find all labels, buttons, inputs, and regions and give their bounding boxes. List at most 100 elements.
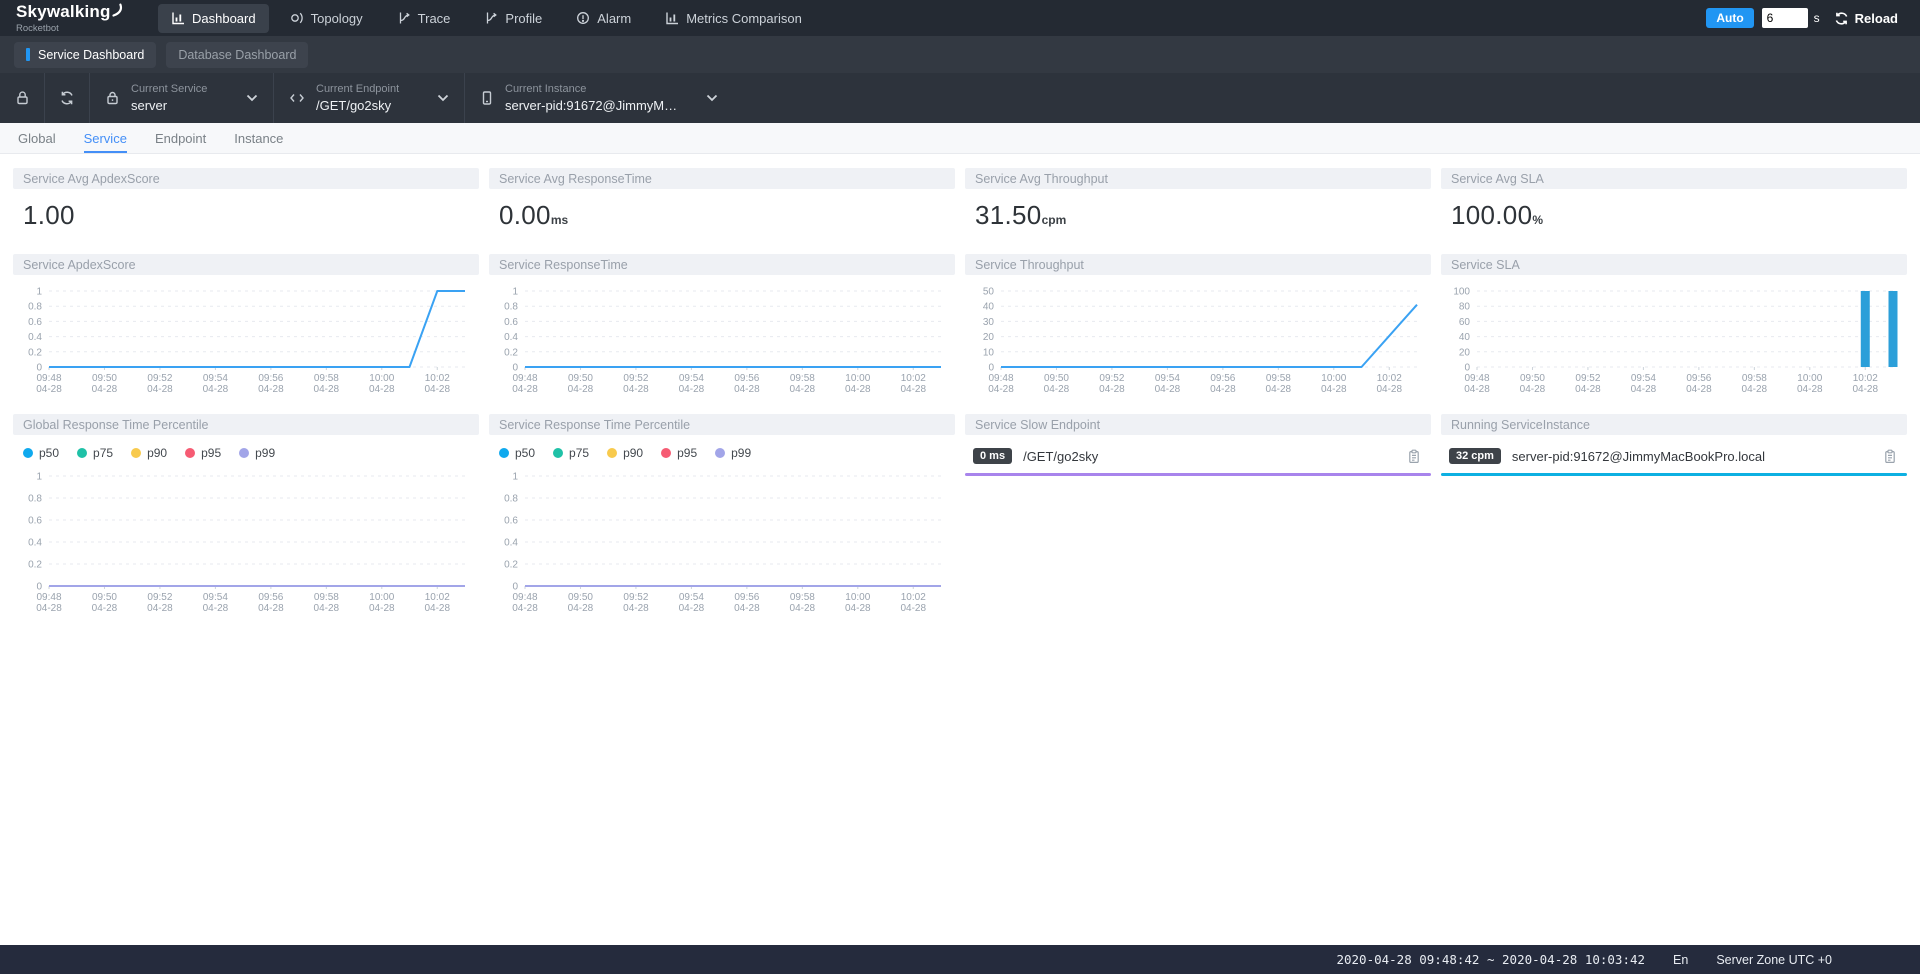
svg-text:0: 0 — [512, 582, 518, 593]
svg-text:0.8: 0.8 — [28, 494, 42, 505]
auto-interval-input[interactable] — [1762, 8, 1808, 28]
copy-icon[interactable] — [1407, 449, 1421, 464]
view-tab-global[interactable]: Global — [8, 123, 66, 153]
percentile-legend: p50 p75 p90 p95 p99 — [13, 435, 479, 460]
nav-item-trace[interactable]: Trace — [384, 4, 464, 33]
svg-text:10:00: 10:00 — [1321, 373, 1346, 384]
card-title: Service ApdexScore — [23, 258, 136, 272]
svg-text:09:54: 09:54 — [203, 373, 228, 384]
dashboard-tab-database-dashboard[interactable]: Database Dashboard — [166, 42, 308, 68]
endpoint-name: /GET/go2sky — [1023, 449, 1396, 464]
service-apdexscore-chart: 00.20.40.60.8109:4804-2809:5004-2809:520… — [13, 283, 479, 404]
nav-item-topology[interactable]: Topology — [277, 4, 376, 33]
current-instance-select[interactable]: Current Instance server-pid:91672@JimmyM… — [465, 73, 733, 123]
legend-dot — [715, 448, 725, 458]
svg-text:0: 0 — [36, 363, 42, 374]
svg-text:09:56: 09:56 — [1686, 373, 1711, 384]
metrics-row: Service Avg ApdexScore 1.00 Service Avg … — [13, 168, 1907, 244]
nav-item-dashboard[interactable]: Dashboard — [158, 4, 269, 33]
svg-text:0.4: 0.4 — [28, 538, 42, 549]
svg-text:04-28: 04-28 — [369, 603, 395, 614]
svg-text:09:58: 09:58 — [790, 592, 815, 603]
svg-text:09:54: 09:54 — [203, 592, 228, 603]
service-responsetime-chart: 00.20.40.60.8109:4804-2809:5004-2809:520… — [489, 283, 955, 404]
reload-label: Reload — [1855, 11, 1898, 26]
trace-icon — [397, 11, 411, 25]
copy-icon[interactable] — [1883, 449, 1897, 464]
svg-text:04-28: 04-28 — [845, 603, 871, 614]
current-service-select[interactable]: Current Service server — [90, 73, 273, 123]
svg-text:04-28: 04-28 — [1376, 384, 1402, 395]
svg-text:09:48: 09:48 — [36, 592, 61, 603]
legend-dot — [239, 448, 249, 458]
svg-text:09:48: 09:48 — [36, 373, 61, 384]
svg-text:0.2: 0.2 — [504, 347, 518, 358]
legend-label: p95 — [677, 446, 697, 460]
svg-text:09:56: 09:56 — [1210, 373, 1235, 384]
metric-card-service-avg-sla: Service Avg SLA 100.00 % — [1441, 168, 1907, 244]
instance-name: server-pid:91672@JimmyMacBookPro.local — [1512, 449, 1872, 464]
svg-text:0.4: 0.4 — [28, 332, 42, 343]
legend-dot — [553, 448, 563, 458]
refresh-button[interactable] — [45, 73, 89, 123]
instance-icon — [480, 90, 494, 106]
view-tab-endpoint[interactable]: Endpoint — [145, 123, 216, 153]
svg-text:09:52: 09:52 — [147, 373, 172, 384]
svg-text:04-28: 04-28 — [36, 384, 62, 395]
svg-text:0.6: 0.6 — [28, 516, 42, 527]
svg-text:10:02: 10:02 — [425, 592, 450, 603]
svg-text:09:50: 09:50 — [92, 373, 117, 384]
nav-item-profile[interactable]: Profile — [471, 4, 555, 33]
charts-row: Service ApdexScore 00.20.40.60.8109:4804… — [13, 254, 1907, 404]
svg-text:1: 1 — [36, 287, 42, 298]
time-range[interactable]: 2020-04-28 09:48:42 ~ 2020-04-28 10:03:4… — [1336, 952, 1645, 967]
svg-text:20: 20 — [1459, 347, 1471, 358]
svg-text:04-28: 04-28 — [258, 603, 284, 614]
server-zone[interactable]: Server Zone UTC +0 — [1716, 953, 1832, 967]
reload-controls: Auto s Reload — [1706, 8, 1904, 28]
dashboard-tab-service-dashboard[interactable]: Service Dashboard — [14, 42, 156, 68]
legend-dot — [77, 448, 87, 458]
view-tab-instance[interactable]: Instance — [224, 123, 293, 153]
current-endpoint-select[interactable]: Current Endpoint /GET/go2sky — [274, 73, 464, 123]
svg-text:0: 0 — [988, 363, 994, 374]
brand-swoosh-icon — [111, 3, 124, 23]
svg-text:80: 80 — [1459, 302, 1471, 313]
chevron-down-icon — [706, 94, 718, 102]
legend-item: p90 — [131, 446, 167, 460]
svg-text:04-28: 04-28 — [900, 603, 926, 614]
card-title: Running ServiceInstance — [1451, 418, 1590, 432]
refresh-icon — [59, 90, 75, 106]
view-tab-service[interactable]: Service — [74, 123, 137, 153]
svg-text:04-28: 04-28 — [1631, 384, 1657, 395]
chart-card-service-apdexscore: Service ApdexScore 00.20.40.60.8109:4804… — [13, 254, 479, 404]
nav-item-alarm[interactable]: Alarm — [563, 4, 644, 33]
metric-value: 1.00 — [23, 200, 75, 231]
chevron-down-icon — [437, 94, 449, 102]
current-endpoint-label: Current Endpoint — [316, 83, 414, 95]
auto-toggle-button[interactable]: Auto — [1706, 8, 1753, 28]
svg-text:04-28: 04-28 — [203, 603, 229, 614]
legend-label: p75 — [569, 446, 589, 460]
svg-text:09:58: 09:58 — [314, 373, 339, 384]
duration-badge: 0 ms — [973, 448, 1012, 464]
svg-text:09:56: 09:56 — [258, 373, 283, 384]
metric-value: 0.00 — [499, 200, 551, 231]
svg-text:04-28: 04-28 — [314, 384, 340, 395]
lock-button[interactable] — [0, 73, 44, 123]
nav-item-metrics-comparison[interactable]: Metrics Comparison — [652, 4, 815, 33]
legend-label: p95 — [201, 446, 221, 460]
legend-item: p50 — [499, 446, 535, 460]
svg-text:10:02: 10:02 — [901, 373, 926, 384]
language-selector[interactable]: En — [1673, 953, 1688, 967]
global-percentile-chart: 00.20.40.60.8109:4804-2809:5004-2809:520… — [13, 468, 479, 623]
svg-text:04-28: 04-28 — [988, 384, 1014, 395]
svg-text:10:02: 10:02 — [1377, 373, 1402, 384]
svg-text:10:00: 10:00 — [369, 373, 394, 384]
interval-unit-label: s — [1814, 11, 1820, 25]
svg-text:40: 40 — [1459, 332, 1471, 343]
svg-text:0.6: 0.6 — [504, 516, 518, 527]
svg-text:09:58: 09:58 — [1266, 373, 1291, 384]
reload-button[interactable]: Reload — [1828, 10, 1904, 27]
brand-subtitle: Rocketbot — [16, 23, 136, 34]
